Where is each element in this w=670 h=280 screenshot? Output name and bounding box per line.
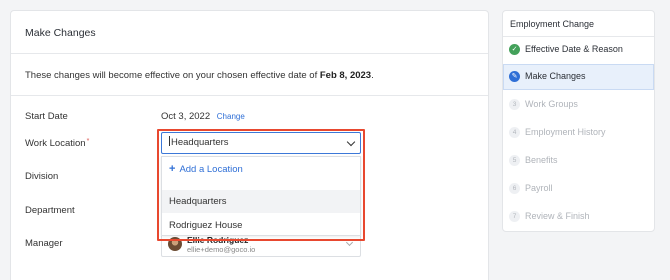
check-circle-icon: ✓ — [509, 44, 520, 55]
step-effective-date[interactable]: ✓ Effective Date & Reason — [503, 37, 654, 63]
notice-end: . — [371, 70, 374, 81]
step-label: Work Groups — [525, 99, 578, 109]
step-review-finish[interactable]: 7 Review & Finish — [503, 204, 654, 230]
add-location-option[interactable]: + Add a Location — [162, 158, 360, 181]
location-option-headquarters[interactable]: Headquarters — [162, 190, 360, 213]
employment-change-stepper: Employment Change ✓ Effective Date & Rea… — [502, 10, 655, 232]
change-start-date-link[interactable]: Change — [217, 112, 245, 121]
work-location-select[interactable]: Headquarters — [161, 132, 361, 154]
step-label: Benefits — [525, 155, 558, 165]
start-date-label: Start Date — [25, 111, 68, 122]
card-title: Make Changes — [25, 27, 96, 39]
step-number-badge: 6 — [509, 183, 520, 194]
chevron-down-icon — [346, 137, 356, 147]
stepper-title: Employment Change — [510, 19, 595, 29]
divider — [11, 95, 488, 96]
step-label: Make Changes — [525, 71, 586, 81]
required-mark: * — [86, 138, 90, 145]
step-label: Effective Date & Reason — [525, 44, 623, 54]
step-label: Employment History — [525, 127, 606, 137]
manager-email: ellie+demo@goco.io — [187, 245, 256, 254]
make-changes-card: Make Changes These changes will become e… — [10, 10, 489, 280]
add-location-label: Add a Location — [179, 164, 243, 175]
work-location-label: Work Location* — [25, 138, 89, 149]
divider — [11, 53, 488, 54]
step-employment-history[interactable]: 4 Employment History — [503, 120, 654, 146]
notice-date: Feb 8, 2023 — [319, 70, 372, 81]
start-date-value-row: Oct 3, 2022 Change — [161, 111, 245, 122]
step-number-badge: 5 — [509, 155, 520, 166]
start-date-value: Oct 3, 2022 — [161, 111, 211, 122]
step-benefits[interactable]: 5 Benefits — [503, 148, 654, 174]
pencil-icon: ✎ — [509, 71, 520, 82]
step-label: Review & Finish — [525, 211, 590, 221]
work-location-label-text: Work Location — [25, 138, 86, 149]
notice-text: These changes will become effective on y… — [25, 70, 318, 81]
effective-date-notice: These changes will become effective on y… — [25, 70, 374, 81]
step-make-changes[interactable]: ✎ Make Changes — [503, 64, 654, 90]
step-number-badge: 4 — [509, 127, 520, 138]
step-number-badge: 3 — [509, 99, 520, 110]
manager-label: Manager — [25, 238, 63, 249]
work-location-value: Headquarters — [171, 137, 229, 148]
division-label: Division — [25, 171, 59, 182]
location-dropdown: + Add a Location Headquarters Rodriguez H… — [161, 156, 361, 236]
location-option-rodriguez-house[interactable]: Rodriguez House — [162, 214, 360, 237]
text-cursor — [169, 136, 170, 146]
step-payroll[interactable]: 6 Payroll — [503, 176, 654, 202]
step-number-badge: 7 — [509, 211, 520, 222]
step-work-groups[interactable]: 3 Work Groups — [503, 92, 654, 118]
plus-icon: + — [169, 163, 176, 175]
step-label: Payroll — [525, 183, 553, 193]
department-label: Department — [25, 205, 75, 216]
